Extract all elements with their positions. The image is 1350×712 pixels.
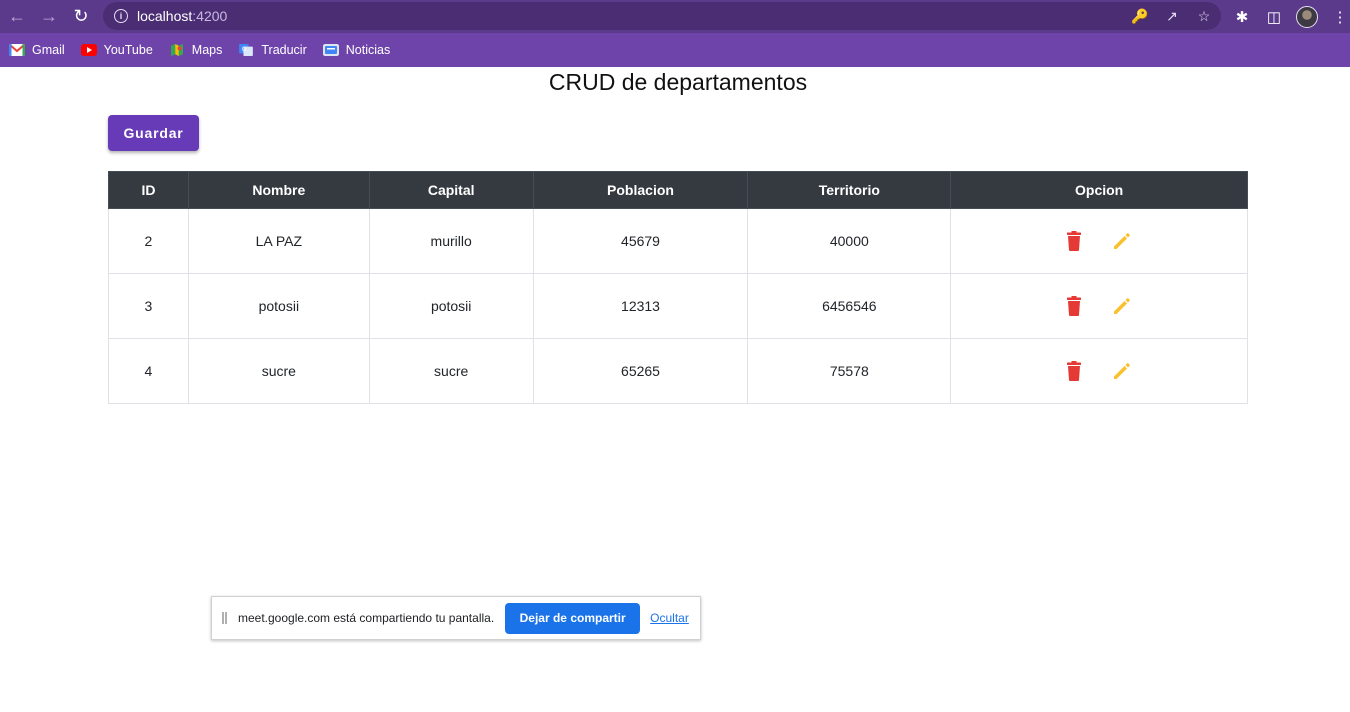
cell-poblacion: 12313 bbox=[532, 273, 749, 339]
save-button[interactable]: Guardar bbox=[108, 115, 199, 151]
cell-opcion bbox=[950, 208, 1248, 274]
back-button[interactable]: ← bbox=[1, 1, 33, 33]
forward-button[interactable]: → bbox=[33, 1, 65, 33]
cell-nombre: LA PAZ bbox=[187, 208, 370, 274]
cell-territorio: 6456546 bbox=[747, 273, 952, 339]
star-icon[interactable]: ☆ bbox=[1195, 8, 1213, 25]
extensions-icon[interactable]: ✱ bbox=[1232, 8, 1252, 26]
reload-button[interactable]: ↻ bbox=[65, 1, 97, 33]
page-title: CRUD de departamentos bbox=[548, 69, 808, 95]
profile-avatar[interactable] bbox=[1296, 5, 1318, 28]
cell-id: 3 bbox=[108, 273, 189, 339]
delete-icon[interactable] bbox=[1066, 296, 1082, 316]
bookmark-noticias[interactable]: Noticias bbox=[322, 43, 390, 57]
share-icon[interactable]: ↗ bbox=[1163, 8, 1181, 25]
cell-opcion bbox=[950, 273, 1248, 339]
cell-territorio: 40000 bbox=[747, 208, 952, 274]
browser-toolbar: ← → ↻ i localhost:4200 🔑 ↗ ☆ ✱ ◫ ⋮ bbox=[0, 0, 1350, 33]
edit-icon[interactable] bbox=[1112, 361, 1132, 381]
departments-table: ID Nombre Capital Poblacion Territorio O… bbox=[108, 171, 1248, 404]
share-message: meet.google.com está compartiendo tu pan… bbox=[238, 611, 495, 625]
drag-handle[interactable] bbox=[222, 612, 227, 624]
cell-id: 4 bbox=[108, 338, 189, 404]
bookmark-maps[interactable]: Maps bbox=[169, 43, 222, 57]
stop-sharing-button[interactable]: Dejar de compartir bbox=[505, 602, 641, 634]
cell-nombre: potosii bbox=[187, 273, 370, 339]
bookmarks-bar: Gmail YouTube Maps G Traducir Noticias bbox=[0, 33, 1350, 67]
bookmark-traducir[interactable]: G Traducir bbox=[238, 43, 307, 57]
info-icon[interactable]: i bbox=[114, 9, 128, 23]
key-icon[interactable]: 🔑 bbox=[1131, 8, 1149, 25]
table-row: 2 LA PAZ murillo 45679 40000 bbox=[108, 208, 1248, 274]
edit-icon[interactable] bbox=[1112, 231, 1132, 251]
delete-icon[interactable] bbox=[1066, 231, 1082, 251]
url-text[interactable]: localhost:4200 bbox=[137, 8, 227, 24]
table-row: 3 potosii potosii 12313 6456546 bbox=[108, 273, 1248, 339]
cell-id: 2 bbox=[108, 208, 189, 274]
header-id: ID bbox=[108, 171, 189, 209]
maps-icon bbox=[170, 44, 183, 56]
cell-poblacion: 65265 bbox=[532, 338, 749, 404]
bookmark-youtube[interactable]: YouTube bbox=[80, 43, 153, 57]
cell-capital: sucre bbox=[368, 338, 534, 404]
header-opcion: Opcion bbox=[950, 171, 1248, 209]
header-capital: Capital bbox=[368, 171, 534, 209]
hide-link[interactable]: Ocultar bbox=[650, 611, 689, 625]
cell-capital: potosii bbox=[368, 273, 534, 339]
side-panel-icon[interactable]: ◫ bbox=[1264, 8, 1284, 26]
delete-icon[interactable] bbox=[1066, 361, 1082, 381]
translate-icon: G bbox=[239, 44, 254, 56]
header-nombre: Nombre bbox=[187, 171, 370, 209]
cell-capital: murillo bbox=[368, 208, 534, 274]
cell-poblacion: 45679 bbox=[532, 208, 749, 274]
cell-nombre: sucre bbox=[187, 338, 370, 404]
cell-opcion bbox=[950, 338, 1248, 404]
table-row: 4 sucre sucre 65265 75578 bbox=[108, 338, 1248, 404]
table-header-row: ID Nombre Capital Poblacion Territorio O… bbox=[108, 171, 1248, 209]
edit-icon[interactable] bbox=[1112, 296, 1132, 316]
menu-icon[interactable]: ⋮ bbox=[1330, 8, 1350, 26]
svg-text:G: G bbox=[242, 46, 247, 53]
cell-territorio: 75578 bbox=[747, 338, 952, 404]
address-bar[interactable]: i localhost:4200 🔑 ↗ ☆ bbox=[103, 2, 1221, 30]
screen-share-bar: meet.google.com está compartiendo tu pan… bbox=[211, 596, 701, 640]
youtube-icon bbox=[80, 44, 97, 56]
gmail-icon bbox=[9, 44, 25, 56]
news-icon bbox=[322, 44, 339, 56]
header-poblacion: Poblacion bbox=[532, 171, 749, 209]
bookmark-gmail[interactable]: Gmail bbox=[9, 43, 65, 57]
header-territorio: Territorio bbox=[747, 171, 952, 209]
